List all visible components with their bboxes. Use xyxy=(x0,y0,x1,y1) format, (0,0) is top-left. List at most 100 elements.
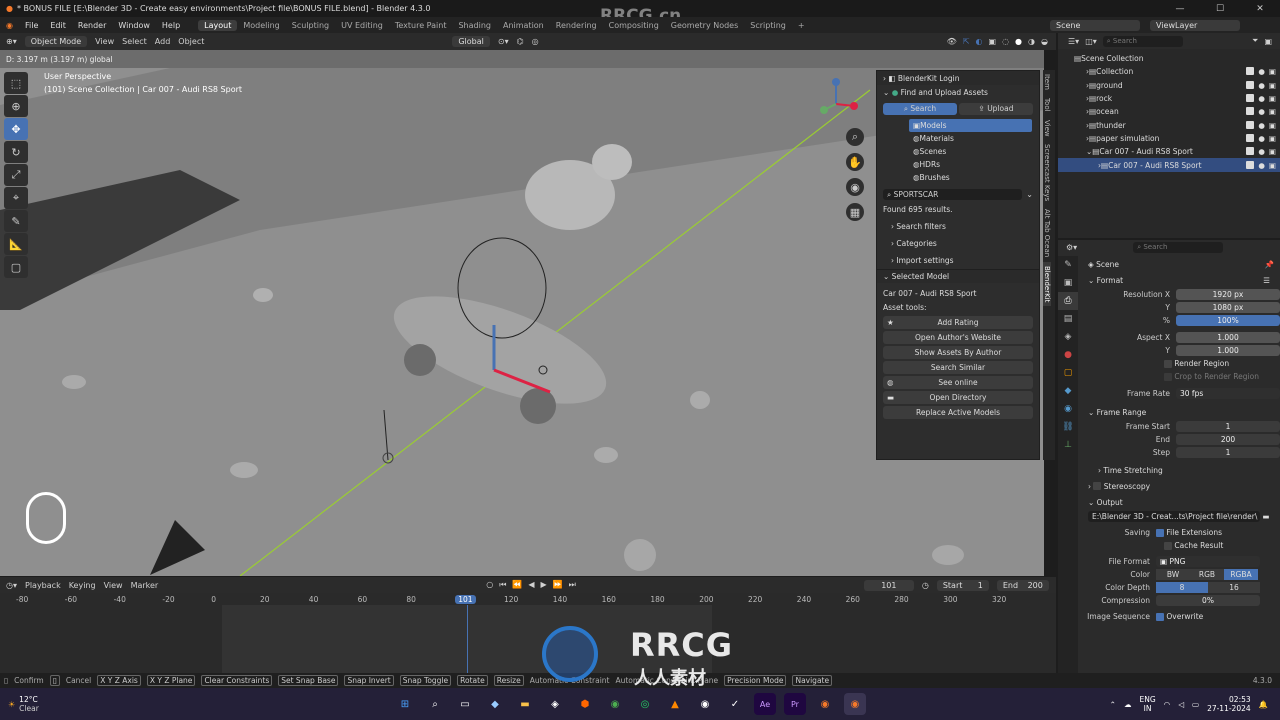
display-mode-icon[interactable]: ◫▾ xyxy=(1085,37,1097,46)
tab-sculpting[interactable]: Sculpting xyxy=(286,20,335,31)
frame-start-field[interactable]: Start 1 xyxy=(936,579,989,591)
eye-icon[interactable]: ● xyxy=(1258,94,1265,103)
jump-end-icon[interactable]: ⏭ xyxy=(569,580,576,590)
outliner-row[interactable]: › ▤ Collection ● ▣ xyxy=(1058,65,1280,78)
cache-result-checkbox[interactable] xyxy=(1164,541,1172,550)
properties-search-input[interactable]: ⌕ Search xyxy=(1133,241,1224,253)
stereoscopy-panel-header[interactable]: › Stereoscopy xyxy=(1080,478,1280,494)
close-icon[interactable]: ✕ xyxy=(1240,4,1280,14)
pin-icon[interactable]: 📌 xyxy=(1265,260,1280,269)
aspect-x-field[interactable]: 1.000 xyxy=(1176,332,1280,343)
snap-icon[interactable]: ⌬ xyxy=(517,37,524,46)
depth-8-option[interactable]: 8 xyxy=(1156,582,1208,593)
crop-region-checkbox[interactable] xyxy=(1164,372,1172,381)
tab-alt-tab-ocean[interactable]: Alt Tab Ocean xyxy=(1043,205,1051,261)
transform-icon[interactable]: ⌖ xyxy=(4,187,28,209)
exclude-checkbox[interactable] xyxy=(1246,67,1255,76)
filter-icon[interactable]: ⏷ xyxy=(1252,36,1258,46)
outliner-row[interactable]: › ▤ Car 007 - Audi RS8 Sport ● ▣ xyxy=(1058,158,1280,172)
vlc-icon[interactable]: ▲ xyxy=(664,693,686,715)
properties-editor-icon[interactable]: ⚙▾ xyxy=(1066,243,1077,252)
prev-key-icon[interactable]: ⏪ xyxy=(512,580,522,590)
tab-screencast-keys[interactable]: Screencast Keys xyxy=(1043,140,1051,205)
exclude-checkbox[interactable] xyxy=(1246,120,1255,129)
view-layer-tab-icon[interactable]: ▤ xyxy=(1058,310,1078,328)
output-panel-header[interactable]: ⌄ Output xyxy=(1080,494,1280,510)
tab-animation[interactable]: Animation xyxy=(497,20,550,31)
battery-icon[interactable]: ▭ xyxy=(1192,700,1199,709)
tab-view[interactable]: View xyxy=(1043,116,1051,141)
clock-time[interactable]: 02:53 xyxy=(1207,695,1251,704)
tab-geometry-nodes[interactable]: Geometry Nodes xyxy=(665,20,744,31)
blender-active-icon[interactable]: ◉ xyxy=(844,693,866,715)
cloud-icon[interactable]: ☁ xyxy=(1124,700,1132,709)
category-scenes[interactable]: ◍ Scenes xyxy=(909,145,1032,158)
minimize-icon[interactable]: — xyxy=(1160,4,1200,14)
menu-marker[interactable]: Marker xyxy=(131,581,159,590)
file-extensions-checkbox[interactable] xyxy=(1156,528,1164,537)
notification-icon[interactable]: 🔔 xyxy=(1259,700,1268,709)
depth-16-option[interactable]: 16 xyxy=(1208,582,1260,593)
obs-icon[interactable]: ◉ xyxy=(694,693,716,715)
play-icon[interactable]: ▶ xyxy=(541,580,547,590)
frame-end-field[interactable]: End 200 xyxy=(996,579,1049,591)
file-explorer-icon[interactable]: ▬ xyxy=(514,693,536,715)
render-tab-icon[interactable]: ▣ xyxy=(1058,274,1078,292)
wifi-icon[interactable]: ◠ xyxy=(1164,700,1171,709)
tab-uv-editing[interactable]: UV Editing xyxy=(335,20,389,31)
cursor-icon[interactable]: ⊕ xyxy=(4,95,28,117)
search-similar-button[interactable]: Search Similar xyxy=(883,361,1033,374)
compression-field[interactable]: 0% xyxy=(1156,595,1260,606)
search-options-icon[interactable]: ⌄ xyxy=(1026,190,1033,199)
jump-start-icon[interactable]: ⏮ xyxy=(499,580,506,590)
menu-view[interactable]: View xyxy=(104,581,123,590)
eye-icon[interactable]: ● xyxy=(1258,107,1265,116)
measure-icon[interactable]: 📐 xyxy=(4,233,28,255)
transform-orientation[interactable]: Global xyxy=(452,36,490,47)
eye-icon[interactable]: ● xyxy=(1258,121,1265,130)
substance-icon[interactable]: ⬢ xyxy=(574,693,596,715)
add-workspace-button[interactable]: + xyxy=(792,20,811,31)
after-effects-icon[interactable]: Ae xyxy=(754,693,776,715)
editor-type-icon[interactable]: ⊕▾ xyxy=(6,37,17,46)
render-region-checkbox[interactable] xyxy=(1164,359,1172,368)
volume-icon[interactable]: ◁ xyxy=(1178,700,1184,709)
whatsapp-icon[interactable]: ◎ xyxy=(634,693,656,715)
tab-modeling[interactable]: Modeling xyxy=(237,20,285,31)
blender-taskbar-icon[interactable]: ◉ xyxy=(814,693,836,715)
search-filters-toggle[interactable]: › Search filters xyxy=(877,219,1039,233)
outliner-row[interactable]: › ▤ ground ● ▣ xyxy=(1058,79,1280,92)
camera-view-icon[interactable]: ◉ xyxy=(846,178,864,196)
scene-selector[interactable]: Scene xyxy=(1050,19,1140,31)
aspect-y-field[interactable]: 1.000 xyxy=(1176,345,1280,356)
outliner-editor-icon[interactable]: ☰▾ xyxy=(1068,37,1079,46)
chevron-right-icon[interactable]: › xyxy=(883,74,886,83)
upload-tab[interactable]: ⇪ Upload xyxy=(959,103,1033,115)
time-stretching-panel-header[interactable]: › Time Stretching xyxy=(1080,462,1280,478)
category-hdrs[interactable]: ◍ HDRs xyxy=(909,158,1032,171)
eye-icon[interactable]: ● xyxy=(1258,134,1265,143)
shading-render-icon[interactable]: ◒ xyxy=(1041,37,1048,46)
outliner-row[interactable]: ⌄ ▤ Car 007 - Audi RS8 Sport ● ▣ xyxy=(1058,145,1280,158)
play-reverse-icon[interactable]: ◀ xyxy=(528,580,534,590)
open-author-website-button[interactable]: Open Author's Website xyxy=(883,331,1033,344)
outliner-scene-collection[interactable]: ▤ Scene Collection xyxy=(1058,52,1280,65)
menu-render[interactable]: Render xyxy=(72,21,112,30)
categories-toggle[interactable]: › Categories xyxy=(877,236,1039,250)
pan-icon[interactable]: ✋ xyxy=(846,153,864,171)
current-frame-field[interactable]: 101 xyxy=(863,579,914,591)
menu-object[interactable]: Object xyxy=(178,37,204,46)
tab-blenderkit[interactable]: BlenderKit xyxy=(1043,261,1051,306)
chrome-icon[interactable]: ◉ xyxy=(604,693,626,715)
timeline-editor-icon[interactable]: ◷▾ xyxy=(6,581,17,590)
exclude-checkbox[interactable] xyxy=(1246,160,1255,169)
resolution-y-field[interactable]: 1080 px xyxy=(1176,302,1280,313)
object-tab-icon[interactable]: ▢ xyxy=(1058,364,1078,382)
mode-selector[interactable]: Object Mode xyxy=(24,36,88,47)
annotate-icon[interactable]: ✎ xyxy=(4,210,28,232)
outliner-row[interactable]: › ▤ paper simulation ● ▣ xyxy=(1058,132,1280,145)
color-bw-option[interactable]: BW xyxy=(1156,569,1190,580)
blender-menu-icon[interactable]: ◉ xyxy=(0,21,19,30)
eye-icon[interactable]: ● xyxy=(1258,81,1265,90)
menu-view[interactable]: View xyxy=(95,37,114,46)
